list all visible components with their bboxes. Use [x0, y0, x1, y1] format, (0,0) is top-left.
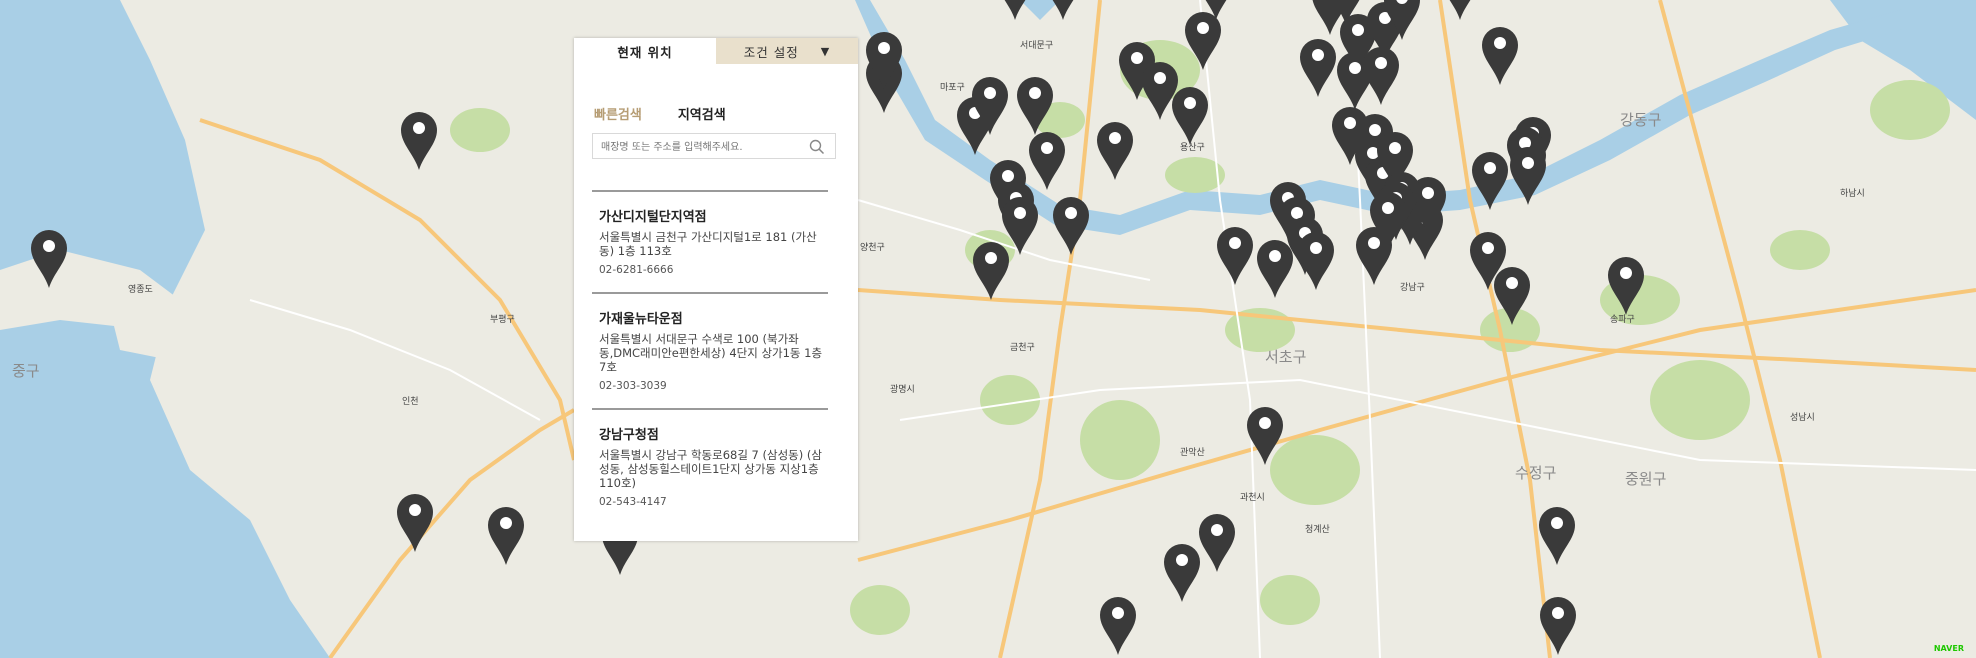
map-label-district: 수정구 [1515, 464, 1556, 482]
map-label-place: 영종도 [128, 284, 153, 295]
map-label-place: 관악산 [1180, 446, 1205, 458]
tab-label: 조건 설정 [743, 44, 799, 60]
map-label-district: 강동구 [1620, 111, 1661, 129]
store-address: 서울특별시 금천구 가산디지털1로 181 (가산동) 1층 113호 [599, 230, 817, 258]
map-label-place: 마포구 [940, 82, 965, 93]
map-label-district: 중구 [12, 362, 40, 380]
store-finder-panel: 현재 위치 조건 설정 ▼ 빠른검색 지역검색 가산디지털단지역점 서울특별시 금… [574, 38, 858, 541]
map-label-place: 청계산 [1305, 523, 1330, 535]
map-label-place: 부평구 [490, 314, 515, 325]
search-box [592, 133, 836, 159]
store-phone: 02-303-3039 [599, 380, 667, 392]
store-name: 강남구청점 [599, 428, 659, 443]
map-label-place: 성남시 [1790, 412, 1815, 423]
store-address: 서울특별시 강남구 학동로68길 7 (삼성동) (삼성동, 삼성동힐스테이트1… [599, 448, 822, 490]
map-label-district: 중원구 [1625, 470, 1666, 488]
map-label-district: 서초구 [1265, 348, 1306, 366]
map-label-place: 하남시 [1840, 188, 1865, 199]
search-icon[interactable] [809, 139, 825, 159]
store-list-item[interactable]: 가재울뉴타운점 서울특별시 서대문구 수색로 100 (북가좌동,DMC래미안e… [592, 292, 828, 408]
map-canvas[interactable]: 강동구 서초구 수정구 중원구 중구 영종도 인천 부평구 서대문구 마포구 용… [0, 0, 1976, 658]
search-mode-tabs: 빠른검색 지역검색 [594, 104, 858, 123]
tab-quick-search[interactable]: 빠른검색 [594, 104, 642, 123]
map-label-place: 인천 [402, 396, 419, 407]
store-address: 서울특별시 서대문구 수색로 100 (북가좌동,DMC래미안e편한세상) 4단… [599, 332, 823, 374]
map-label-place: 용산구 [1180, 142, 1205, 153]
store-phone: 02-543-4147 [599, 496, 667, 508]
store-phone: 02-6281-6666 [599, 264, 674, 276]
caret-down-icon: ▼ [820, 44, 831, 58]
map-label-place: 송파구 [1610, 314, 1635, 325]
panel-tabs: 현재 위치 조건 설정 ▼ [574, 38, 858, 64]
map-label-place: 서대문구 [1020, 40, 1053, 51]
tab-region-search[interactable]: 지역검색 [678, 104, 726, 123]
store-list-item[interactable]: 강남구청점 서울특별시 강남구 학동로68길 7 (삼성동) (삼성동, 삼성동… [592, 408, 828, 524]
tab-filter-settings[interactable]: 조건 설정 ▼ [716, 38, 858, 64]
map-label-place: 광명시 [890, 383, 915, 395]
map-label-place: 금천구 [1010, 342, 1035, 353]
map-label-place: 과천시 [1240, 492, 1265, 503]
map-label-place: 양천구 [860, 242, 885, 253]
naver-logo: NAVER [1933, 644, 1964, 653]
store-list-item[interactable]: 가산디지털단지역점 서울특별시 금천구 가산디지털1로 181 (가산동) 1층… [592, 190, 828, 292]
tab-label: 현재 위치 [617, 44, 673, 60]
map-label-place: 강남구 [1400, 282, 1425, 293]
store-name: 가재울뉴타운점 [599, 312, 683, 327]
search-input[interactable] [599, 135, 803, 159]
tab-current-location[interactable]: 현재 위치 [574, 38, 716, 64]
store-name: 가산디지털단지역점 [599, 210, 707, 225]
store-list: 가산디지털단지역점 서울특별시 금천구 가산디지털1로 181 (가산동) 1층… [592, 190, 828, 524]
